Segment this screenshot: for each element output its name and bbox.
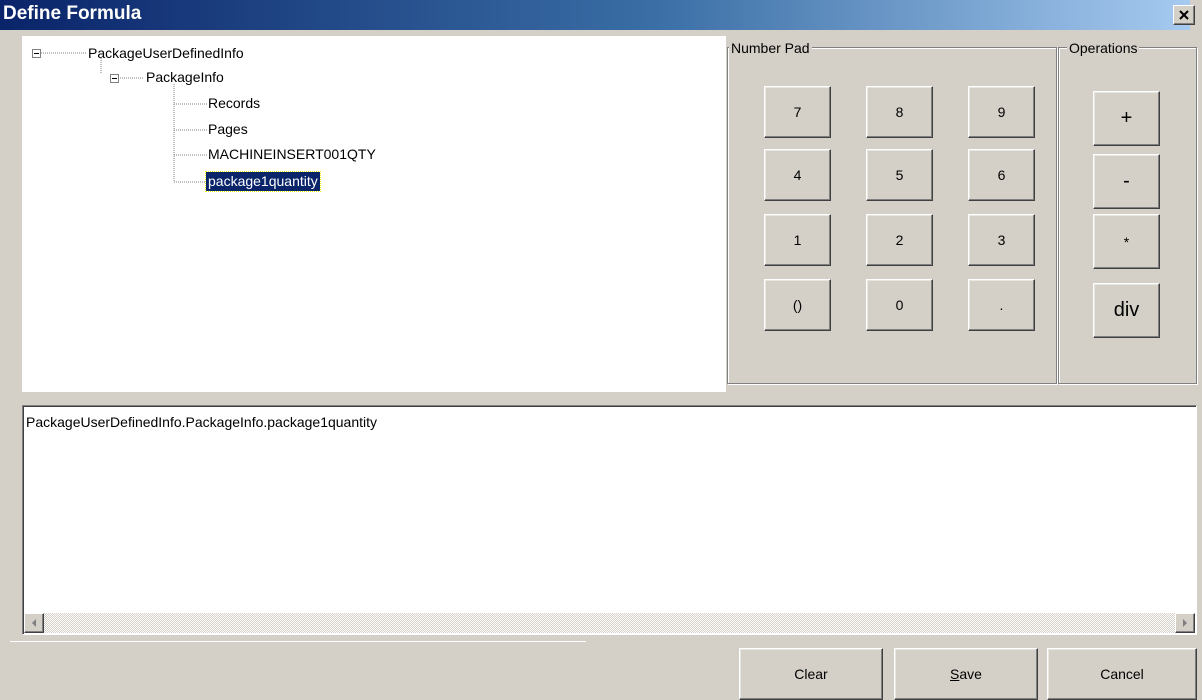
- key-0[interactable]: 0: [866, 279, 933, 331]
- formula-text: PackageUserDefinedInfo.PackageInfo.packa…: [26, 414, 378, 430]
- tree-node-records[interactable]: Records: [206, 94, 262, 113]
- separator-line: [10, 641, 586, 642]
- operations-label: Operations: [1067, 40, 1140, 56]
- scroll-left-button[interactable]: [24, 613, 44, 633]
- key-4[interactable]: 4: [764, 149, 831, 201]
- tree-node-machineinsert[interactable]: MACHINEINSERT001QTY: [206, 145, 378, 164]
- op-divide-button[interactable]: div: [1093, 283, 1160, 338]
- number-pad-label: Number Pad: [729, 40, 812, 56]
- save-button[interactable]: Save: [894, 648, 1038, 700]
- op-add-button[interactable]: +: [1093, 91, 1160, 146]
- key-8[interactable]: 8: [866, 86, 933, 138]
- clear-button[interactable]: Clear: [739, 648, 883, 700]
- key-2[interactable]: 2: [866, 214, 933, 266]
- key-decimal[interactable]: .: [968, 279, 1035, 331]
- save-button-label: Save: [950, 666, 982, 682]
- scroll-right-button[interactable]: [1175, 613, 1195, 633]
- horizontal-scrollbar[interactable]: [24, 613, 1195, 633]
- collapse-packageinfo-toggle[interactable]: [110, 74, 119, 83]
- key-1[interactable]: 1: [764, 214, 831, 266]
- op-subtract-button[interactable]: -: [1093, 154, 1160, 209]
- key-5[interactable]: 5: [866, 149, 933, 201]
- title-bar: Define Formula: [0, 0, 1190, 30]
- close-button[interactable]: [1173, 5, 1195, 25]
- tree-node-package1quantity[interactable]: package1quantity: [205, 171, 321, 192]
- clear-button-label: Clear: [794, 666, 828, 682]
- window-title: Define Formula: [3, 3, 142, 24]
- tree-node-packageinfo[interactable]: PackageInfo: [144, 68, 226, 87]
- key-7[interactable]: 7: [764, 86, 831, 138]
- field-tree[interactable]: PackageUserDefinedInfo PackageInfo Recor…: [22, 36, 726, 392]
- key-6[interactable]: 6: [968, 149, 1035, 201]
- key-9[interactable]: 9: [968, 86, 1035, 138]
- arrow-right-icon: [1183, 619, 1187, 627]
- key-3[interactable]: 3: [968, 214, 1035, 266]
- arrow-left-icon: [32, 619, 36, 627]
- cancel-button-label: Cancel: [1100, 666, 1144, 682]
- collapse-root-toggle[interactable]: [32, 49, 41, 58]
- tree-connector-lines: [41, 52, 207, 183]
- close-icon: [1179, 10, 1189, 20]
- cancel-button[interactable]: Cancel: [1047, 648, 1197, 700]
- tree-node-pages[interactable]: Pages: [206, 120, 250, 139]
- formula-textbox[interactable]: PackageUserDefinedInfo.PackageInfo.packa…: [22, 405, 1197, 635]
- key-parentheses[interactable]: (): [764, 279, 831, 331]
- op-multiply-button[interactable]: *: [1093, 214, 1160, 269]
- tree-node-root[interactable]: PackageUserDefinedInfo: [86, 44, 246, 63]
